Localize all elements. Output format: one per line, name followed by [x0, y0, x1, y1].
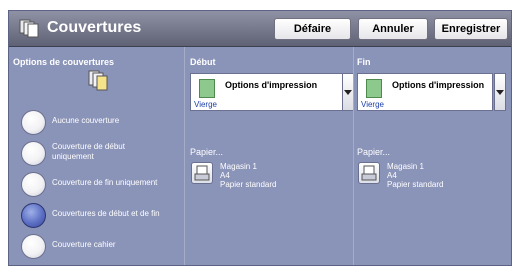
cover-options-heading: Options de couvertures: [13, 57, 115, 67]
option-no-cover[interactable]: Aucune couverture: [21, 110, 186, 140]
title-bar: Couvertures Défaire Annuler Enregistrer: [9, 11, 511, 47]
option-booklet-cover[interactable]: Couverture cahier: [21, 234, 186, 264]
front-paper-label: Papier...: [190, 147, 224, 157]
option-label: Aucune couverture: [52, 116, 120, 125]
radio-button-selected[interactable]: [21, 203, 46, 228]
paper-swatch-icon: [366, 79, 382, 98]
dropdown-value: Vierge: [361, 100, 384, 109]
option-back-only[interactable]: Couverture de fin uniquement: [21, 172, 186, 202]
dropdown-label: Options d'impression: [392, 80, 485, 90]
save-button[interactable]: Enregistrer: [434, 18, 508, 40]
cancel-button[interactable]: Annuler: [358, 18, 428, 40]
cover-options-panel: Options de couvertures Aucune couverture…: [9, 47, 184, 265]
radio-button[interactable]: [21, 172, 46, 197]
front-print-options-dropdown[interactable]: Options d'impression Vierge: [190, 73, 345, 111]
back-paper-size: A4: [387, 171, 397, 180]
paper-tray-icon: [194, 165, 210, 181]
radio-button[interactable]: [21, 110, 46, 135]
chevron-down-icon: [496, 89, 504, 95]
undo-button[interactable]: Défaire: [274, 18, 351, 40]
dropdown-value: Vierge: [194, 100, 217, 109]
option-front-only[interactable]: Couverture de début uniquement: [21, 141, 186, 171]
back-paper-tray: Magasin 1: [387, 162, 424, 171]
back-paper-button[interactable]: [358, 162, 380, 184]
paper-tray-icon: [361, 165, 377, 181]
front-paper-button[interactable]: [191, 162, 213, 184]
cover-pages-icon: [88, 70, 108, 91]
front-cover-panel: Début Options d'impression Vierge Papier…: [185, 47, 354, 265]
covers-window: Couvertures Défaire Annuler Enregistrer …: [8, 10, 512, 266]
front-heading: Début: [190, 57, 216, 67]
back-paper-type: Papier standard: [387, 180, 444, 189]
option-label: Couvertures de début et de fin: [52, 209, 160, 218]
front-paper-size: A4: [220, 171, 230, 180]
back-cover-panel: Fin Options d'impression Vierge Papier..…: [354, 47, 511, 265]
paper-swatch-icon: [199, 79, 215, 98]
back-print-options-dropdown[interactable]: Options d'impression Vierge: [357, 73, 493, 111]
chevron-down-icon: [344, 89, 352, 95]
page-title: Couvertures: [47, 19, 142, 36]
back-heading: Fin: [357, 57, 371, 67]
front-paper-tray: Magasin 1: [220, 162, 257, 171]
covers-icon: [19, 19, 39, 38]
option-label: Couverture de fin uniquement: [52, 178, 158, 187]
back-dropdown-arrow[interactable]: [494, 73, 506, 111]
option-label: Couverture cahier: [52, 240, 116, 249]
front-paper-type: Papier standard: [220, 180, 277, 189]
dropdown-label: Options d'impression: [225, 80, 318, 90]
radio-button[interactable]: [21, 141, 46, 166]
option-label: Couverture de début uniquement: [52, 142, 125, 161]
back-paper-label: Papier...: [357, 147, 391, 157]
option-front-and-back[interactable]: Couvertures de début et de fin: [21, 203, 186, 233]
radio-button[interactable]: [21, 234, 46, 259]
